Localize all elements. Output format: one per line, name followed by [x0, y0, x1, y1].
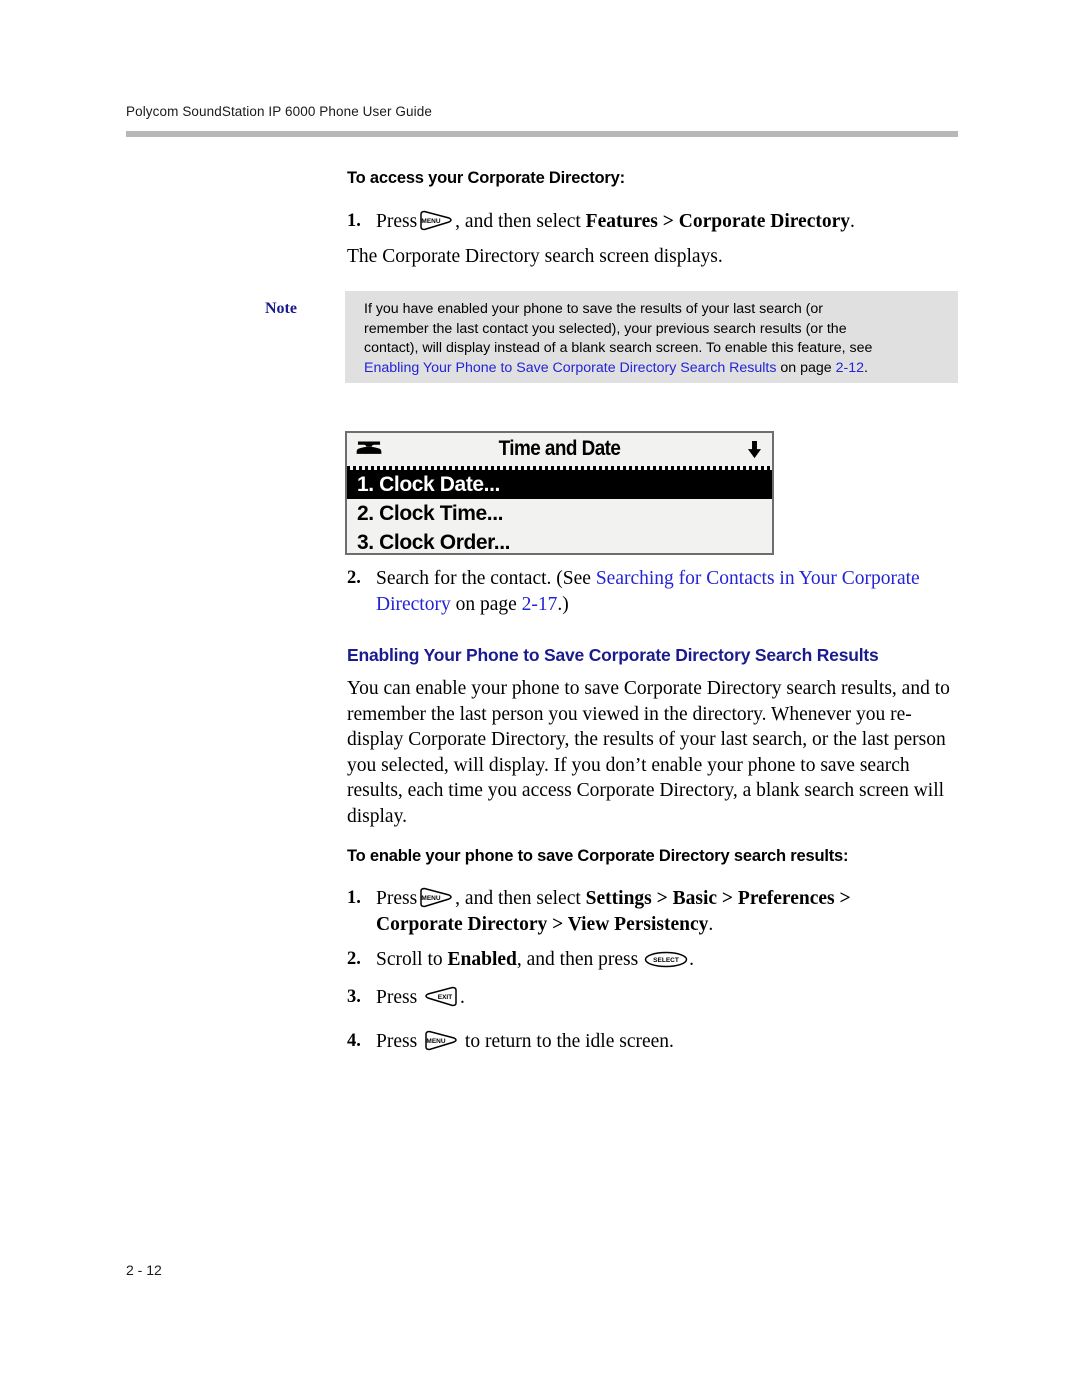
- step-trailing: .: [460, 987, 465, 1008]
- step-lead: Press: [376, 888, 418, 909]
- step-access-2: 2. Search for the contact. (See Searchin…: [347, 566, 967, 617]
- note-box: If you have enabled your phone to save t…: [345, 291, 958, 383]
- menu-key-icon: MENU: [418, 210, 454, 231]
- step-text: Search for the contact. (See Searching f…: [376, 566, 967, 617]
- menu-path-settings-line1: Settings > Basic > Preferences >: [585, 888, 851, 909]
- menu-path-settings-line2: Corporate Directory > View Persistency: [376, 913, 709, 935]
- value-enabled: Enabled: [447, 949, 517, 970]
- lcd-menu-item-2[interactable]: 2. Clock Time...: [347, 499, 772, 528]
- menu-path-features: Features > Corporate Directory: [585, 211, 851, 232]
- step-number: 3.: [347, 987, 361, 1007]
- page-number: 2 - 12: [126, 1262, 162, 1278]
- svg-text:SELECT: SELECT: [653, 957, 679, 964]
- note-mid: on page: [776, 359, 836, 376]
- step-after-key: , and then select: [455, 888, 586, 909]
- svg-text:EXIT: EXIT: [438, 994, 452, 1001]
- step-lead: Search for the contact. (See: [376, 568, 596, 589]
- step-enable-3: 3. Press EXIT .: [347, 985, 967, 1011]
- lcd-menu-item-3[interactable]: 3. Clock Order...: [347, 528, 772, 553]
- step-text-lead: Press: [376, 211, 418, 232]
- step-number: 4.: [347, 1031, 361, 1051]
- menu-key-icon: MENU: [418, 887, 454, 908]
- step-text: Scroll to Enabled, and then press SELECT…: [376, 947, 967, 973]
- step-trailing: .: [708, 913, 714, 935]
- section-heading-enabling: Enabling Your Phone to Save Corporate Di…: [347, 645, 879, 665]
- step-lead: Press: [376, 987, 423, 1008]
- lcd-menu-item-1[interactable]: 1. Clock Date...: [347, 470, 772, 499]
- step-lead: Scroll to: [376, 949, 448, 970]
- step-enable-4: 4. Press MENU to return to the idle scre…: [347, 1029, 967, 1055]
- down-arrow-icon: [746, 441, 763, 459]
- exit-key-icon: EXIT: [423, 986, 459, 1007]
- note-line-2: remember the last contact you selected),…: [364, 320, 847, 337]
- lcd-title: Time and Date: [498, 437, 621, 460]
- running-header: Polycom SoundStation IP 6000 Phone User …: [126, 104, 432, 119]
- step-mid: on page: [450, 593, 522, 615]
- step-text: Press MENU , and then select Settings > …: [376, 886, 967, 937]
- step-trailing: to return to the idle screen.: [460, 1031, 674, 1052]
- procedure-heading-enable: To enable your phone to save Corporate D…: [347, 847, 849, 865]
- step-mid: , and then press: [516, 949, 644, 970]
- step-enable-1: 1. Press MENU , and then select Settings…: [347, 886, 967, 937]
- phone-lcd-screenshot: Time and Date 1. Clock Date... 2. Clock …: [345, 431, 774, 555]
- section-paragraph-enabling: You can enable your phone to save Corpor…: [347, 678, 950, 827]
- note-cross-reference-link[interactable]: Enabling Your Phone to Save Corporate Di…: [364, 360, 776, 376]
- lcd-title-bar: Time and Date: [347, 433, 772, 466]
- page-link-2-17[interactable]: 2-17: [522, 594, 558, 615]
- svg-text:MENU: MENU: [426, 1038, 445, 1045]
- step-text-trailing: .: [850, 211, 855, 232]
- step-number: 1.: [347, 888, 361, 908]
- step-trailing: .: [689, 949, 694, 970]
- select-key-icon: SELECT: [644, 951, 688, 968]
- step-number: 1.: [347, 211, 361, 231]
- note-page-link[interactable]: 2-12: [836, 360, 864, 376]
- step-text: Press EXIT .: [376, 985, 967, 1011]
- svg-text:MENU: MENU: [422, 895, 441, 902]
- note-line-1: If you have enabled your phone to save t…: [364, 301, 823, 317]
- step-text: Press MENU , and then select Features > …: [376, 209, 967, 235]
- step-enable-2: 2. Scroll to Enabled, and then press SEL…: [347, 947, 967, 973]
- note-trailing: .: [864, 359, 868, 376]
- procedure-heading-access: To access your Corporate Directory:: [347, 169, 625, 187]
- step-access-1-result: The Corporate Directory search screen di…: [347, 246, 723, 267]
- note-text: If you have enabled your phone to save t…: [364, 300, 944, 378]
- step-access-1: 1. Press MENU , and then select Features…: [347, 209, 967, 235]
- note-label: Note: [265, 300, 297, 317]
- step-text-after-key: , and then select: [455, 211, 586, 232]
- step-text: Press MENU to return to the idle screen.: [376, 1029, 967, 1055]
- step-lead: Press: [376, 1031, 423, 1052]
- header-rule: [126, 131, 958, 137]
- step-trailing: .): [557, 593, 569, 615]
- svg-text:MENU: MENU: [422, 218, 441, 225]
- step-number: 2.: [347, 568, 361, 588]
- step-number: 2.: [347, 949, 361, 969]
- note-line-3: contact), will display instead of a blan…: [364, 340, 873, 357]
- menu-key-icon: MENU: [423, 1030, 459, 1051]
